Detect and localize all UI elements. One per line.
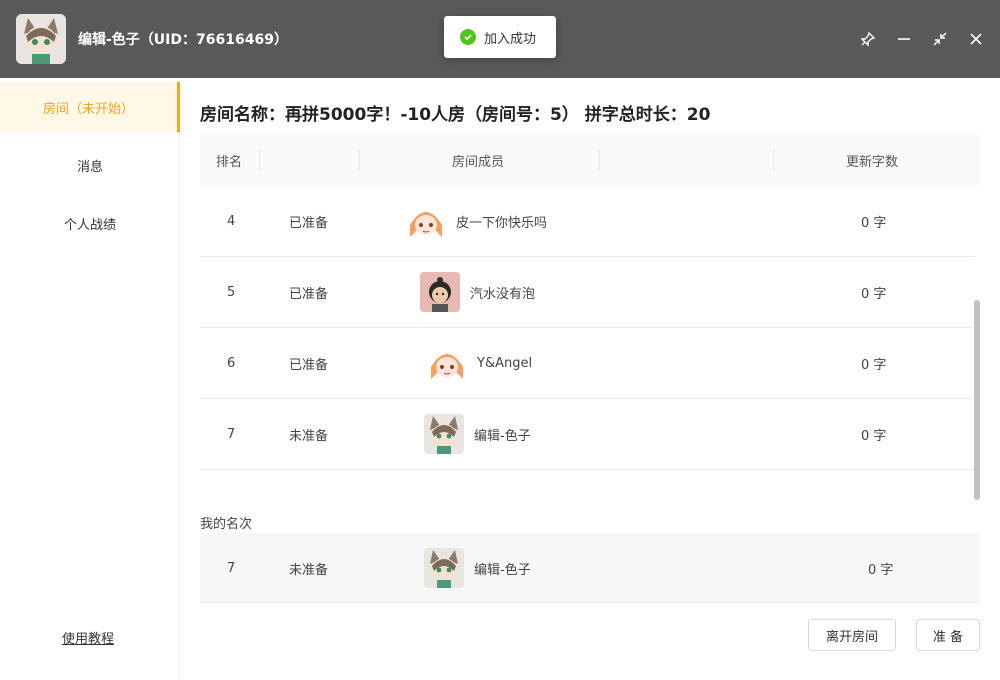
- member-name: 皮一下你快乐吗: [456, 215, 548, 231]
- user-avatar[interactable]: [16, 14, 66, 64]
- sidebar-item-messages[interactable]: 消息: [0, 140, 180, 190]
- sidebar-item-label: 消息: [76, 159, 103, 175]
- my-rank-row: 7 未准备 编辑-色子 0 字: [200, 533, 980, 603]
- tutorial-link[interactable]: 使用教程: [62, 628, 114, 647]
- sidebar: 房间（未开始） 消息 个人战绩 使用教程: [0, 78, 180, 680]
- rank-cell: 7: [227, 560, 236, 576]
- restore-icon: [933, 32, 947, 46]
- member-name: 编辑-色子: [474, 428, 531, 444]
- rank-cell: 4: [227, 213, 236, 229]
- header-divider: [359, 149, 360, 171]
- sidebar-item-label: 个人战绩: [63, 217, 116, 233]
- header-words: 更新字数: [846, 154, 899, 170]
- words-cell: 0 字: [861, 428, 887, 444]
- pin-icon: [860, 31, 876, 47]
- member-name: 编辑-色子: [474, 562, 531, 578]
- table-row: 6 已准备 Y&Angel 0 字: [200, 328, 975, 399]
- member-list[interactable]: 4 已准备 皮一下你快乐吗 0 字 5 已准备 汽水没有泡 0 字 6 已准备: [200, 186, 980, 502]
- header-rank: 排名: [216, 154, 243, 170]
- rank-cell: 5: [227, 284, 236, 300]
- close-button[interactable]: [964, 27, 988, 51]
- cat-boy-avatar-icon: [424, 548, 464, 588]
- header-divider: [599, 149, 600, 171]
- ready-button[interactable]: 准 备: [916, 619, 980, 651]
- table-row: 7 未准备 编辑-色子 0 字: [200, 399, 975, 470]
- words-cell: 0 字: [868, 562, 894, 578]
- member-name: 汽水没有泡: [470, 286, 536, 302]
- rank-cell: 7: [227, 426, 236, 442]
- words-cell: 0 字: [861, 215, 887, 231]
- restore-button[interactable]: [928, 27, 952, 51]
- minimize-icon: [898, 38, 910, 40]
- words-cell: 0 字: [861, 286, 887, 302]
- pin-button[interactable]: [856, 27, 880, 51]
- success-toast: 加入成功: [444, 16, 556, 58]
- status-cell: 未准备: [289, 428, 329, 444]
- header-members: 房间成员: [452, 154, 505, 170]
- cat-boy-avatar-icon: [16, 14, 66, 64]
- status-cell: 已准备: [289, 286, 329, 302]
- room-title: 房间名称：再拼5000字！-10人房（房间号：5） 拼字总时长：20: [200, 105, 711, 125]
- rank-cell: 6: [227, 355, 236, 371]
- member-cell: 汽水没有泡: [420, 257, 535, 327]
- cat-boy-avatar-icon: [424, 414, 464, 454]
- status-cell: 已准备: [289, 357, 329, 373]
- check-circle-icon: [460, 29, 476, 45]
- header-divider: [259, 149, 260, 171]
- sidebar-item-label: 房间（未开始）: [42, 101, 134, 117]
- anime-girl-avatar-icon: [406, 201, 446, 241]
- sidebar-item-personal-record[interactable]: 个人战绩: [0, 198, 180, 248]
- header-divider: [773, 149, 774, 171]
- table-header: 排名 房间成员 更新字数: [200, 135, 980, 185]
- member-cell: 编辑-色子: [424, 399, 531, 469]
- child-photo-avatar-icon: [420, 272, 460, 312]
- member-cell: Y&Angel: [427, 328, 532, 398]
- minimize-button[interactable]: [892, 27, 916, 51]
- status-cell: 已准备: [289, 215, 329, 231]
- close-icon: [970, 33, 982, 45]
- table-row: 4 已准备 皮一下你快乐吗 0 字: [200, 186, 975, 257]
- member-cell: 皮一下你快乐吗: [406, 186, 547, 256]
- window-title: 编辑-色子（UID：76616469）: [78, 32, 288, 48]
- toast-text: 加入成功: [484, 31, 537, 47]
- scrollbar-thumb[interactable]: [974, 300, 980, 500]
- sidebar-item-room[interactable]: 房间（未开始）: [0, 82, 180, 132]
- member-cell: 编辑-色子: [424, 533, 531, 603]
- words-cell: 0 字: [861, 357, 887, 373]
- status-cell: 未准备: [289, 562, 329, 578]
- table-row: 5 已准备 汽水没有泡 0 字: [200, 257, 975, 328]
- my-rank-label: 我的名次: [200, 517, 253, 532]
- member-name: Y&Angel: [477, 355, 533, 371]
- leave-room-button[interactable]: 离开房间: [808, 619, 896, 651]
- anime-girl-avatar-icon: [427, 343, 467, 383]
